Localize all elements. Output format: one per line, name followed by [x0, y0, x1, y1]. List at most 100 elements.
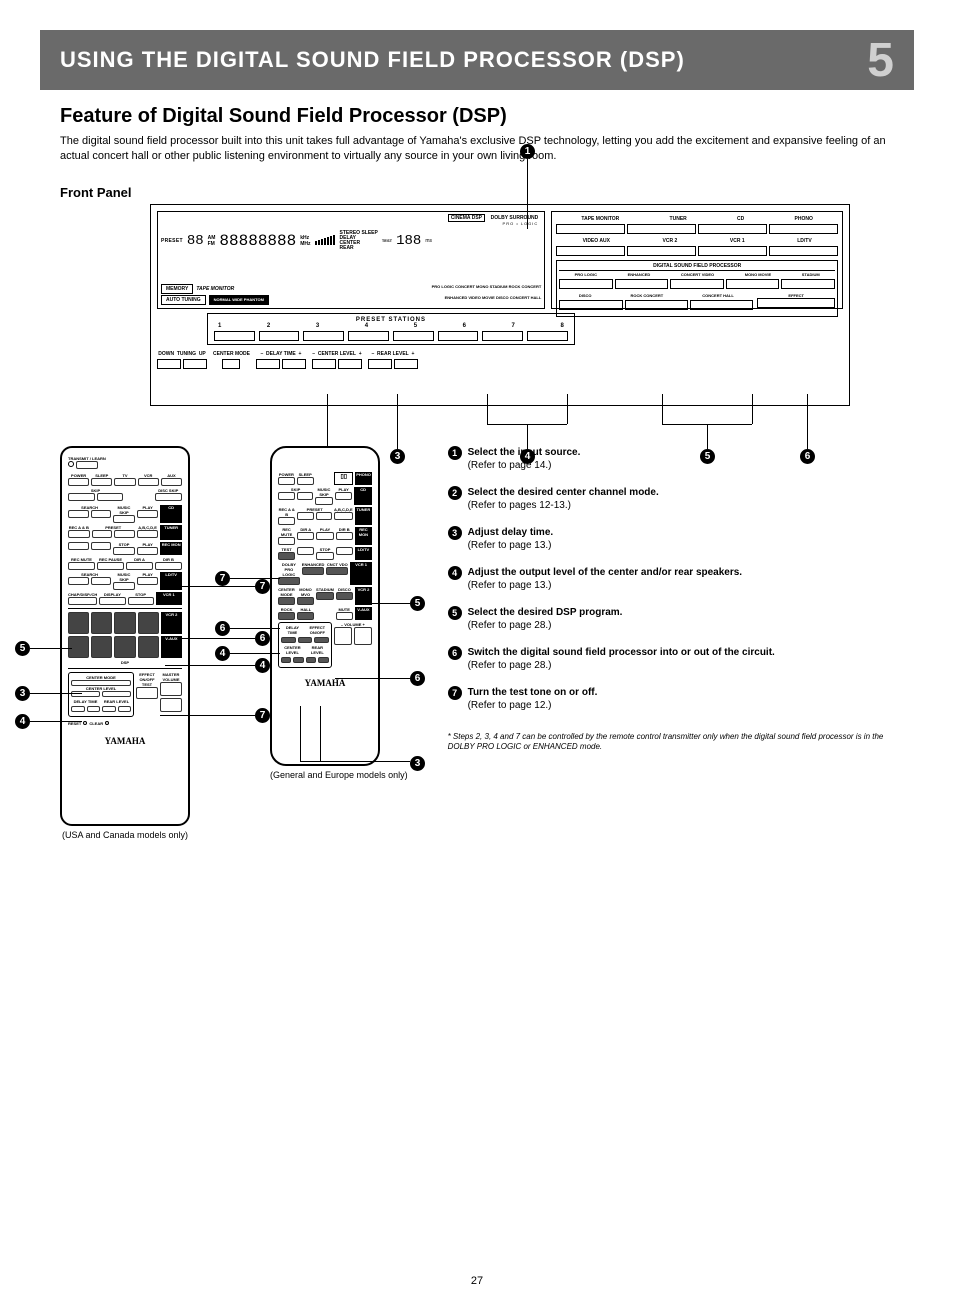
remote-vcr-button[interactable]: [138, 478, 159, 486]
remote-button[interactable]: [297, 532, 314, 540]
remote-button[interactable]: [297, 612, 314, 620]
preset-button[interactable]: [527, 331, 568, 341]
remote-button[interactable]: [97, 562, 124, 570]
remote-button[interactable]: [68, 493, 95, 501]
src-button[interactable]: [556, 246, 625, 256]
remote-button[interactable]: [128, 597, 154, 605]
remote-vol-down-button[interactable]: [160, 698, 182, 712]
remote-button[interactable]: [155, 562, 182, 570]
remote-button[interactable]: [297, 477, 314, 485]
remote-button[interactable]: [68, 597, 97, 605]
remote-button[interactable]: [126, 562, 153, 570]
remote-button[interactable]: [281, 637, 296, 643]
remote-button[interactable]: [297, 547, 314, 555]
remote-button[interactable]: [102, 706, 116, 712]
remote-button[interactable]: [113, 582, 135, 590]
remote-power-button[interactable]: [68, 478, 89, 486]
remote-button[interactable]: [278, 492, 295, 500]
src-button[interactable]: [698, 224, 767, 234]
remote-button[interactable]: [91, 542, 112, 550]
src-button[interactable]: [769, 224, 838, 234]
src-button[interactable]: [698, 246, 767, 256]
remote-button[interactable]: [114, 530, 135, 538]
tuning-up-button[interactable]: [183, 359, 207, 369]
remote-button[interactable]: [302, 567, 325, 575]
remote-button[interactable]: [278, 597, 295, 605]
remote-test-button[interactable]: [136, 687, 158, 699]
remote-button[interactable]: [316, 592, 334, 600]
remote-button[interactable]: [68, 542, 89, 550]
remote-button[interactable]: [336, 547, 353, 555]
remote-button[interactable]: [278, 477, 295, 485]
remote-button[interactable]: [71, 691, 100, 697]
center-level-minus-button[interactable]: [312, 359, 336, 369]
src-button[interactable]: [769, 246, 838, 256]
remote-vol-down-button[interactable]: [334, 627, 352, 645]
remote-button[interactable]: [137, 577, 159, 585]
remote-button[interactable]: [278, 577, 300, 585]
preset-button[interactable]: [214, 331, 255, 341]
remote-button[interactable]: [68, 510, 89, 518]
remote-button[interactable]: [102, 691, 131, 697]
remote-tv-button[interactable]: [114, 478, 135, 486]
tuning-down-button[interactable]: [157, 359, 181, 369]
src-button[interactable]: [627, 246, 696, 256]
delay-plus-button[interactable]: [282, 359, 306, 369]
dsp-button[interactable]: [559, 279, 613, 289]
remote-dsp-button[interactable]: [114, 612, 135, 634]
remote-button[interactable]: [278, 537, 295, 545]
remote-button[interactable]: [336, 532, 353, 540]
remote-vol-up-button[interactable]: [160, 682, 182, 696]
preset-button[interactable]: [303, 331, 344, 341]
remote-button[interactable]: [297, 597, 314, 605]
dsp-button[interactable]: [726, 279, 780, 289]
preset-button[interactable]: [482, 331, 523, 341]
remote-button[interactable]: [91, 510, 112, 518]
remote-button[interactable]: [92, 530, 113, 538]
rear-level-minus-button[interactable]: [368, 359, 392, 369]
remote-button[interactable]: [306, 657, 316, 663]
remote-button[interactable]: [326, 567, 348, 575]
dsp-button[interactable]: [559, 300, 622, 310]
remote-button[interactable]: [315, 497, 333, 505]
remote-sleep-button[interactable]: [91, 478, 112, 486]
remote-button[interactable]: [316, 512, 332, 520]
remote-button[interactable]: [87, 706, 101, 712]
remote-button[interactable]: [118, 706, 132, 712]
remote-b-test-button[interactable]: [278, 552, 295, 560]
remote-button[interactable]: [336, 612, 353, 620]
remote-button[interactable]: [137, 547, 159, 555]
remote-button[interactable]: [113, 515, 135, 523]
remote-button[interactable]: [293, 657, 303, 663]
remote-button[interactable]: [155, 493, 183, 501]
remote-button[interactable]: [335, 492, 353, 500]
preset-button[interactable]: [393, 331, 434, 341]
dsp-button[interactable]: [670, 279, 724, 289]
remote-button[interactable]: [71, 706, 85, 712]
remote-button[interactable]: [68, 562, 95, 570]
remote-button[interactable]: [68, 577, 89, 585]
remote-dsp-button[interactable]: [138, 612, 159, 634]
remote-button[interactable]: [298, 637, 313, 643]
remote-button[interactable]: [113, 547, 135, 555]
remote-button[interactable]: [137, 510, 159, 518]
src-button[interactable]: [556, 224, 625, 234]
remote-dsp-button[interactable]: [91, 612, 112, 634]
remote-dsp-button[interactable]: [91, 636, 112, 658]
remote-button[interactable]: [137, 530, 159, 538]
remote-vol-up-button[interactable]: [354, 627, 372, 645]
remote-button[interactable]: [318, 657, 328, 663]
remote-button[interactable]: [278, 517, 295, 525]
dsp-button[interactable]: [615, 279, 669, 289]
rear-level-plus-button[interactable]: [394, 359, 418, 369]
remote-dsp-button[interactable]: [68, 636, 89, 658]
remote-dsp-button[interactable]: [68, 612, 89, 634]
remote-aux-button[interactable]: [161, 478, 182, 486]
center-level-plus-button[interactable]: [338, 359, 362, 369]
preset-button[interactable]: [438, 331, 479, 341]
remote-dsp-button[interactable]: [114, 636, 135, 658]
preset-button[interactable]: [348, 331, 389, 341]
effect-button[interactable]: [757, 298, 835, 308]
remote-button[interactable]: [297, 512, 313, 520]
remote-button[interactable]: [297, 492, 314, 500]
